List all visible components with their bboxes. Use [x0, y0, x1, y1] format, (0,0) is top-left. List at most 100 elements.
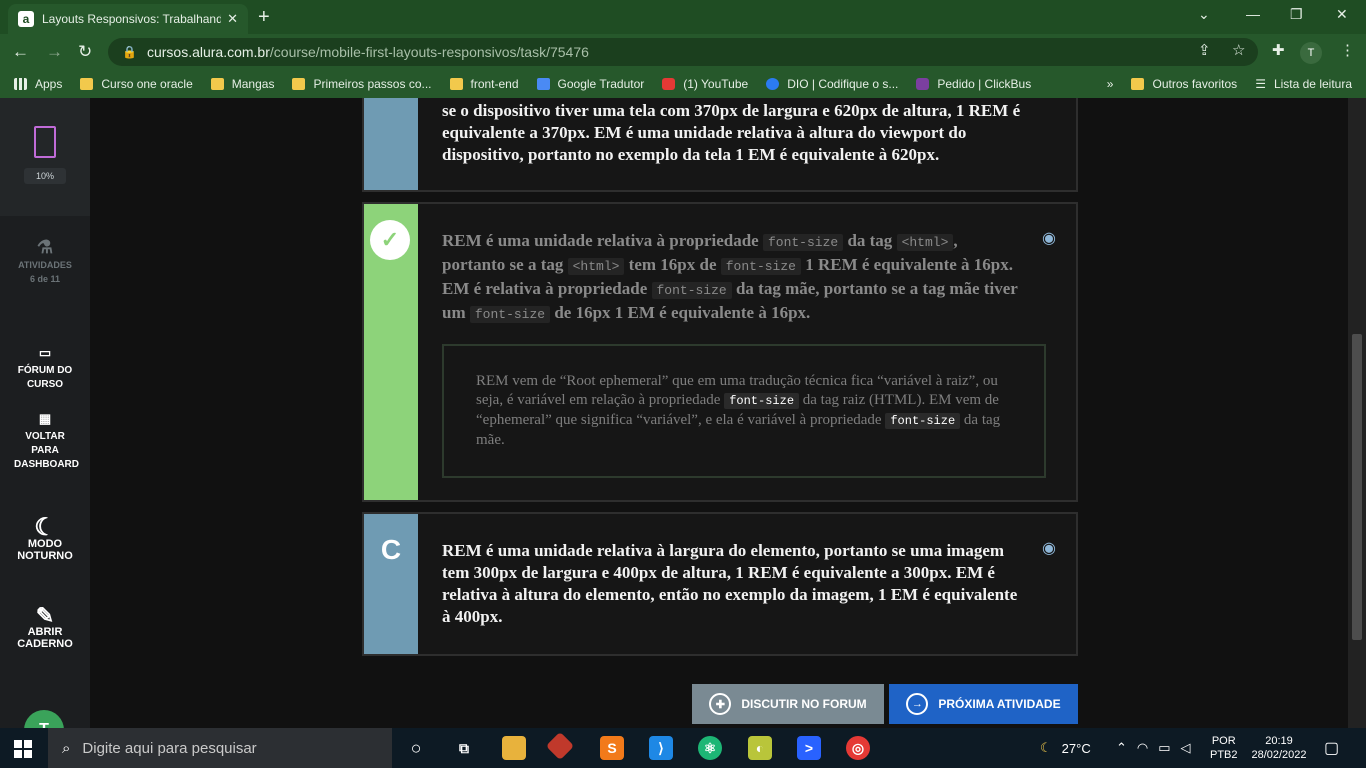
explanation-box: REM vem de “Root ephemeral” que em uma t… — [442, 344, 1046, 478]
tab-search-icon[interactable]: ⌄ — [1198, 6, 1210, 23]
app-icon[interactable]: ◐ — [748, 736, 772, 760]
apps-icon — [14, 78, 27, 90]
option-b-text: se o dispositivo tiver uma tela com 370p… — [442, 101, 1021, 164]
reading-list-icon: ☰ — [1255, 77, 1266, 91]
checkmark-icon: ✓ — [370, 220, 410, 260]
discuss-forum-button[interactable]: ✚ DISCUTIR NO FORUM — [692, 684, 884, 724]
bookmark-dio[interactable]: DIO | Codifique o s... — [766, 77, 898, 91]
search-icon: ⌕ — [62, 739, 71, 757]
dashboard-icon: ▦ — [38, 411, 52, 426]
bookmark-google-tradutor[interactable]: Google Tradutor — [536, 77, 644, 91]
bookmark-star-icon[interactable]: ☆ — [1232, 41, 1245, 59]
answer-option-correct[interactable]: ✓ REM é uma unidade relativa à proprieda… — [362, 202, 1078, 502]
share-icon[interactable]: ⇪ — [1198, 41, 1211, 59]
forward-icon[interactable]: → — [46, 42, 63, 62]
eye-icon[interactable]: ◉ — [1042, 538, 1056, 558]
youtube-icon — [662, 78, 676, 90]
dio-icon — [766, 78, 780, 90]
forum-link[interactable]: ▭ FÓRUM DO CURSO — [0, 346, 90, 392]
bookmark-curso-one-oracle[interactable]: Curso one oracle — [80, 77, 193, 91]
tray-chevron-icon[interactable]: ⌃ — [1116, 740, 1127, 756]
url-path: /course/mobile-first-layouts-responsivos… — [269, 44, 589, 60]
flask-icon: ⚗ — [36, 237, 54, 257]
task-view-icon[interactable]: ⧉ — [452, 736, 476, 760]
option-c-letter: C — [380, 534, 402, 565]
folder-icon — [292, 78, 306, 90]
night-mode-toggle[interactable]: ☾ MODO NOTURNO — [0, 514, 90, 563]
activities-link[interactable]: ⚗ ATIVIDADES 6 de 11 — [0, 237, 90, 286]
volume-icon[interactable]: ◁ — [1181, 740, 1191, 756]
eye-icon[interactable]: ◉ — [1042, 228, 1056, 248]
correct-option-text: REM é uma unidade relativa à propriedade… — [442, 231, 1018, 323]
profile-avatar[interactable]: T — [1300, 42, 1322, 64]
cortana-icon[interactable]: ○ — [404, 736, 428, 760]
sublime-icon[interactable]: S — [600, 736, 624, 760]
more-bookmarks-button[interactable]: » — [1107, 77, 1114, 91]
course-sidebar: 10% ⚗ ATIVIDADES 6 de 11 ▭ FÓRUM DO CURS… — [0, 98, 90, 750]
back-icon[interactable]: ← — [12, 42, 29, 62]
folder-icon — [210, 78, 224, 90]
browser-menu-icon[interactable]: ⋮ — [1340, 41, 1355, 59]
address-bar[interactable]: 🔒 cursos.alura.com.br /course/mobile-fir… — [108, 38, 1258, 66]
folder-icon — [1131, 78, 1145, 90]
clickbus-icon — [916, 78, 930, 90]
extensions-icon[interactable]: ✚ — [1272, 41, 1285, 59]
close-tab-icon[interactable]: ✕ — [227, 11, 238, 27]
dashboard-link[interactable]: ▦ VOLTAR PARA DASHBOARD — [0, 412, 90, 472]
answer-option-c[interactable]: C REM é uma unidade relativa à largura d… — [362, 512, 1078, 656]
answer-option-b[interactable]: se o dispositivo tiver uma tela com 370p… — [362, 98, 1078, 192]
system-tray-icons: ⌃ ◠ ▭ ◁ — [1116, 728, 1191, 768]
reload-icon[interactable]: ↻ — [78, 42, 92, 62]
bookmark-primeiros-passos[interactable]: Primeiros passos co... — [292, 77, 432, 91]
reading-list-button[interactable]: ☰ Lista de leitura — [1255, 77, 1352, 91]
chat-icon: ▭ — [38, 345, 52, 360]
bookmarks-bar: Apps Curso one oracle Mangas Primeiros p… — [0, 70, 1366, 98]
google-translate-icon — [536, 78, 550, 90]
git-icon[interactable] — [545, 731, 575, 761]
atom-icon[interactable]: ⚛ — [698, 736, 722, 760]
language-indicator[interactable]: POR PTB2 — [1210, 728, 1238, 768]
vscode-icon[interactable]: ⟩ — [649, 736, 673, 760]
notebook-icon: ✎ — [35, 603, 55, 628]
moon-icon: ☾ — [34, 514, 56, 541]
url-domain: cursos.alura.com.br — [146, 44, 270, 60]
clock[interactable]: 20:19 28/02/2022 — [1248, 728, 1310, 768]
bookmark-front-end[interactable]: front-end — [449, 77, 519, 91]
battery-icon[interactable]: ▭ — [1158, 740, 1170, 756]
course-progress-panel[interactable]: 10% — [0, 98, 90, 216]
weather-moon-icon: ☾ — [1040, 740, 1052, 755]
folder-icon — [449, 78, 463, 90]
alura-favicon-icon: a — [18, 11, 34, 27]
new-tab-icon[interactable]: + — [258, 6, 270, 29]
file-explorer-icon[interactable] — [502, 736, 526, 760]
scrollbar-thumb[interactable] — [1352, 334, 1362, 640]
bookmarks-right: » Outros favoritos ☰ Lista de leitura — [1107, 70, 1352, 98]
notifications-icon[interactable]: ▢ — [1324, 728, 1339, 768]
wifi-icon[interactable]: ◠ — [1137, 740, 1148, 756]
bookmark-youtube[interactable]: (1) YouTube — [662, 77, 748, 91]
page-scrollbar[interactable] — [1348, 98, 1366, 728]
windows-start-icon[interactable] — [14, 740, 32, 758]
task-content: se o dispositivo tiver uma tela com 370p… — [90, 98, 1348, 728]
chrome-icon[interactable]: ◎ — [846, 736, 870, 760]
option-b-bar — [364, 98, 418, 190]
window-close-icon[interactable]: ✕ — [1336, 6, 1348, 23]
bookmark-clickbus[interactable]: Pedido | ClickBus — [916, 77, 1031, 91]
weather-widget[interactable]: ☾ 27°C — [1040, 728, 1091, 768]
powershell-icon[interactable]: > — [797, 736, 821, 760]
notebook-link[interactable]: ✎ ABRIR CADERNO — [0, 603, 90, 651]
bookmark-mangas[interactable]: Mangas — [210, 77, 274, 91]
option-c-bar: C — [364, 514, 418, 654]
minimize-icon[interactable]: — — [1246, 6, 1260, 22]
restore-icon[interactable]: ❐ — [1290, 6, 1303, 23]
browser-tab[interactable]: a Layouts Responsivos: Trabalhand ✕ — [8, 4, 248, 34]
bookmark-outros-favoritos[interactable]: Outros favoritos — [1131, 77, 1237, 91]
browser-titlebar: a Layouts Responsivos: Trabalhand ✕ + ⌄ … — [0, 0, 1366, 34]
course-progress: 10% — [24, 168, 66, 184]
taskbar-search[interactable]: ⌕ Digite aqui para pesquisar — [48, 728, 392, 768]
arrow-right-icon: → — [906, 693, 929, 715]
folder-icon — [80, 78, 94, 90]
next-activity-button[interactable]: → PRÓXIMA ATIVIDADE — [889, 684, 1078, 724]
bookmark-apps[interactable]: Apps — [14, 77, 62, 91]
browser-toolbar: ← → ↻ 🔒 cursos.alura.com.br /course/mobi… — [0, 34, 1366, 70]
